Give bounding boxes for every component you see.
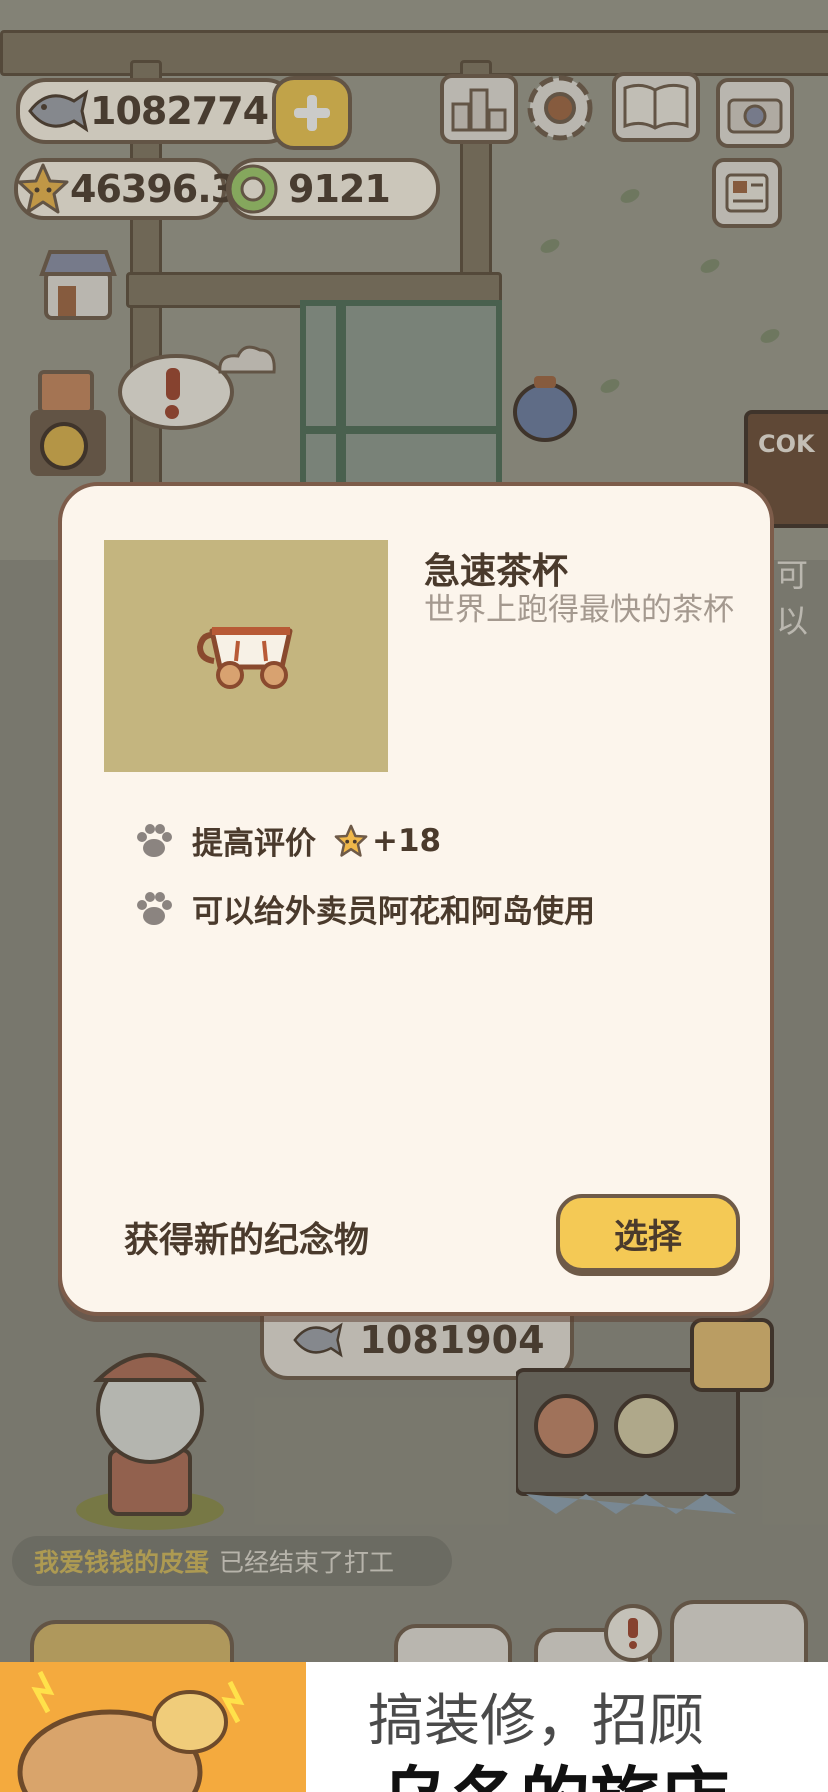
star-icon — [334, 824, 368, 858]
perk-usage: 可以给外卖员阿花和阿岛使用 — [134, 886, 595, 931]
ad-banner[interactable]: 搞装修，招顾 乌冬的旅店 — [0, 1662, 828, 1792]
perk-usage-text: 可以给外卖员阿花和阿岛使用 — [192, 894, 595, 930]
ad-subheadline[interactable]: 乌冬的旅店 — [380, 1744, 730, 1792]
souvenir-dialog: 急速茶杯 世界上跑得最快的茶杯 提高评价 +18 可以给外卖员阿花和阿岛使用 获… — [58, 482, 774, 1316]
ad-image[interactable] — [0, 1662, 306, 1792]
perk-rating-value: +18 — [372, 822, 442, 859]
select-button[interactable]: 选择 — [556, 1194, 740, 1272]
perk-rating-label: 提高评价 — [192, 826, 316, 862]
paw-icon — [134, 891, 178, 927]
item-title: 急速茶杯 — [424, 551, 569, 592]
new-souvenir-label: 获得新的纪念物 — [124, 1221, 370, 1261]
item-image — [104, 540, 388, 772]
paw-icon — [134, 823, 178, 859]
perk-rating: 提高评价 +18 — [134, 818, 441, 863]
item-description: 世界上跑得最快的茶杯 — [424, 592, 734, 628]
rolling-teacup-icon — [194, 621, 298, 691]
